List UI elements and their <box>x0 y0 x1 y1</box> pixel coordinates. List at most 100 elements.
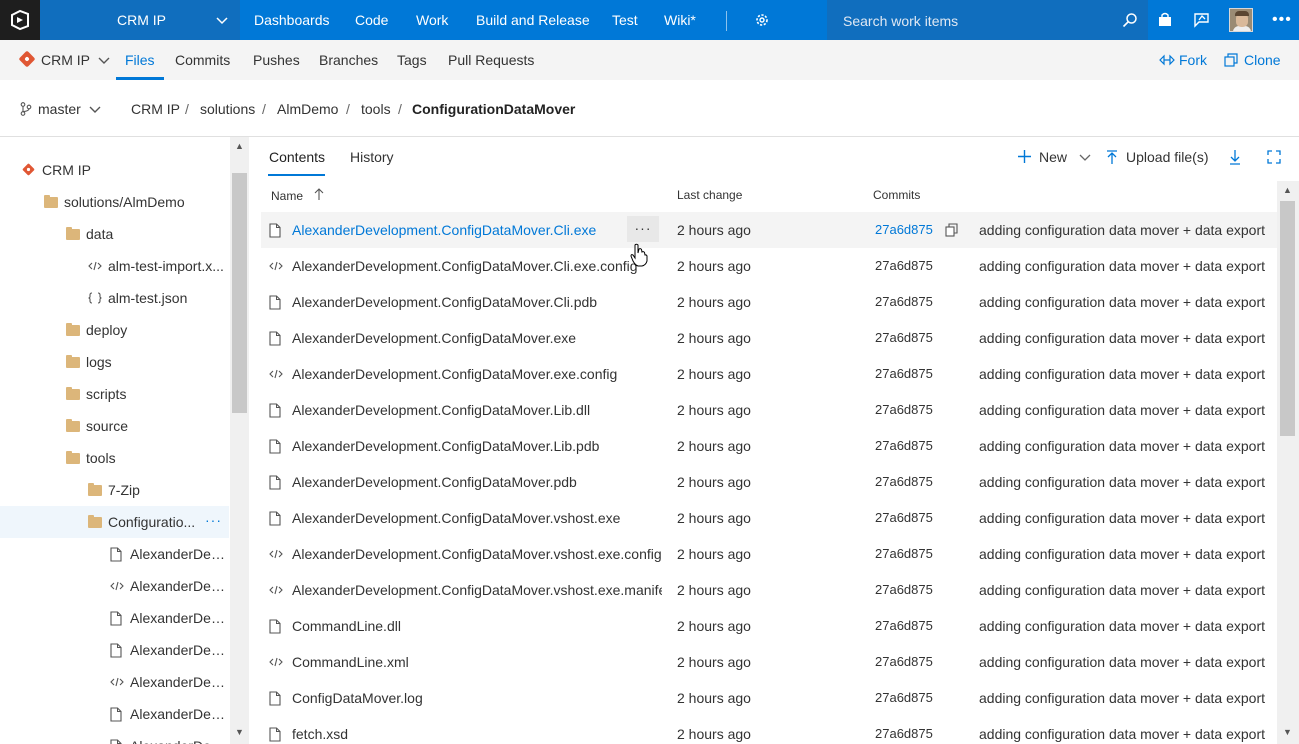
file-name-link[interactable]: AlexanderDevelopment.ConfigDataMover.vsh… <box>292 546 662 562</box>
file-row[interactable]: AlexanderDevelopment.ConfigDataMover.pdb… <box>261 464 1277 500</box>
tree-item[interactable]: 7-Zip <box>0 474 229 506</box>
column-header-last-change[interactable]: Last change <box>677 188 742 202</box>
tab-pull-requests[interactable]: Pull Requests <box>448 52 534 68</box>
commit-id-link[interactable]: 27a6d875 <box>875 546 933 561</box>
copy-icon[interactable] <box>945 223 959 240</box>
more-options-icon[interactable]: ••• <box>1272 11 1292 29</box>
commit-id-link[interactable]: 27a6d875 <box>875 726 933 741</box>
tree-item[interactable]: AlexanderDev... <box>0 730 229 744</box>
commit-id-link[interactable]: 27a6d875 <box>875 402 933 417</box>
breadcrumb-tools[interactable]: tools <box>361 101 391 117</box>
fork-button[interactable]: Fork <box>1159 52 1207 68</box>
search-icon[interactable] <box>1122 12 1138 28</box>
tree-item[interactable]: solutions/AlmDemo <box>0 186 229 218</box>
tree-item[interactable]: CRM IP <box>0 154 229 186</box>
tree-item[interactable]: AlexanderDev... <box>0 570 229 602</box>
tab-files[interactable]: Files <box>125 52 155 68</box>
file-row[interactable]: fetch.xsd 2 hours ago 27a6d875 adding confi… <box>261 716 1277 744</box>
file-row[interactable]: ConfigDataMover.log 2 hours ago 27a6d875 ad… <box>261 680 1277 716</box>
tree-item[interactable]: logs <box>0 346 229 378</box>
file-row[interactable]: AlexanderDevelopment.ConfigDataMover.exe… <box>261 320 1277 356</box>
file-row[interactable]: AlexanderDevelopment.ConfigDataMover.vsh… <box>261 536 1277 572</box>
tab-pushes[interactable]: Pushes <box>253 52 300 68</box>
tree-item[interactable]: Configuratio... ··· <box>0 506 229 538</box>
new-button[interactable]: New <box>1018 149 1091 165</box>
search-input[interactable]: Search work items <box>843 13 958 29</box>
chevron-up-icon[interactable]: ▲ <box>235 141 244 151</box>
tree-item[interactable]: alm-test-import.x... <box>0 250 229 282</box>
tree-item[interactable]: AlexanderDev... <box>0 634 229 666</box>
tree-item[interactable]: source <box>0 410 229 442</box>
feedback-icon[interactable] <box>1193 12 1210 28</box>
file-name-link[interactable]: AlexanderDevelopment.ConfigDataMover.exe… <box>292 366 662 382</box>
file-name-link[interactable]: AlexanderDevelopment.ConfigDataMover.vsh… <box>292 582 662 598</box>
upload-files-button[interactable]: Upload file(s) <box>1106 149 1208 165</box>
avatar[interactable] <box>1229 8 1253 32</box>
file-name-link[interactable]: ConfigDataMover.log <box>292 690 662 706</box>
file-row[interactable]: AlexanderDevelopment.ConfigDataMover.Cli… <box>261 248 1277 284</box>
tree-item[interactable]: AlexanderDev... <box>0 538 229 570</box>
file-row[interactable]: CommandLine.xml 2 hours ago 27a6d875 adding… <box>261 644 1277 680</box>
file-name-link[interactable]: AlexanderDevelopment.ConfigDataMover.Cli… <box>292 222 622 238</box>
tab-commits[interactable]: Commits <box>175 52 230 68</box>
chevron-up-icon[interactable]: ▲ <box>1283 185 1292 195</box>
commit-id-link[interactable]: 27a6d875 <box>875 366 933 381</box>
file-row[interactable]: AlexanderDevelopment.ConfigDataMover.vsh… <box>261 572 1277 608</box>
file-name-link[interactable]: fetch.xsd <box>292 726 662 742</box>
chevron-down-icon[interactable]: ▼ <box>1283 727 1292 737</box>
gear-icon[interactable] <box>754 12 770 28</box>
tree-item[interactable]: AlexanderDev... <box>0 698 229 730</box>
content-scroll-thumb[interactable] <box>1280 201 1295 436</box>
commit-id-link[interactable]: 27a6d875 <box>875 474 933 489</box>
tab-contents[interactable]: Contents <box>269 149 325 165</box>
nav-dashboards[interactable]: Dashboards <box>254 12 330 28</box>
file-name-link[interactable]: CommandLine.xml <box>292 654 662 670</box>
file-name-link[interactable]: AlexanderDevelopment.ConfigDataMover.Lib… <box>292 438 662 454</box>
column-header-name[interactable]: Name <box>271 188 324 203</box>
nav-wiki[interactable]: Wiki* <box>664 12 696 28</box>
more-actions-icon[interactable]: ··· <box>627 216 659 242</box>
tree-scrollbar[interactable]: ▲ ▼ <box>230 137 249 744</box>
tab-tags[interactable]: Tags <box>397 52 427 68</box>
content-scrollbar[interactable]: ▲ ▼ <box>1277 181 1299 744</box>
commit-id-link[interactable]: 27a6d875 <box>875 294 933 309</box>
vsts-logo-icon[interactable] <box>0 0 40 40</box>
more-actions-icon[interactable]: ··· <box>205 512 222 528</box>
file-row[interactable]: AlexanderDevelopment.ConfigDataMover.Lib… <box>261 392 1277 428</box>
commit-id-link[interactable]: 27a6d875 <box>875 330 933 345</box>
tab-history[interactable]: History <box>350 149 394 165</box>
breadcrumb-solutions[interactable]: solutions <box>200 101 255 117</box>
file-name-link[interactable]: CommandLine.dll <box>292 618 662 634</box>
chevron-down-icon[interactable]: ▼ <box>235 727 244 737</box>
breadcrumb-almdemo[interactable]: AlmDemo <box>277 101 338 117</box>
nav-code[interactable]: Code <box>355 12 388 28</box>
nav-test[interactable]: Test <box>612 12 638 28</box>
commit-id-link[interactable]: 27a6d875 <box>875 258 933 273</box>
tree-scroll-thumb[interactable] <box>232 173 247 413</box>
breadcrumb-root[interactable]: CRM IP <box>131 101 180 117</box>
tree-item[interactable]: AlexanderDev... <box>0 602 229 634</box>
download-icon[interactable] <box>1229 150 1241 165</box>
commit-id-link[interactable]: 27a6d875 <box>875 438 933 453</box>
file-name-link[interactable]: AlexanderDevelopment.ConfigDataMover.Cli… <box>292 258 662 274</box>
file-name-link[interactable]: AlexanderDevelopment.ConfigDataMover.pdb <box>292 474 662 490</box>
fullscreen-icon[interactable] <box>1267 150 1281 164</box>
repo-selector[interactable]: CRM IP <box>41 52 110 68</box>
marketplace-bag-icon[interactable] <box>1157 12 1173 28</box>
commit-id-link[interactable]: 27a6d875 <box>875 618 933 633</box>
file-name-link[interactable]: AlexanderDevelopment.ConfigDataMover.Lib… <box>292 402 662 418</box>
file-name-link[interactable]: AlexanderDevelopment.ConfigDataMover.Cli… <box>292 294 662 310</box>
commit-id-link[interactable]: 27a6d875 <box>875 690 933 705</box>
file-row[interactable]: AlexanderDevelopment.ConfigDataMover.vsh… <box>261 500 1277 536</box>
file-row[interactable]: AlexanderDevelopment.ConfigDataMover.Cli… <box>261 212 1277 248</box>
tree-item[interactable]: tools <box>0 442 229 474</box>
nav-build-and-release[interactable]: Build and Release <box>476 12 590 28</box>
commit-id-link[interactable]: 27a6d875 <box>875 510 933 525</box>
file-row[interactable]: AlexanderDevelopment.ConfigDataMover.Cli… <box>261 284 1277 320</box>
file-row[interactable]: AlexanderDevelopment.ConfigDataMover.Lib… <box>261 428 1277 464</box>
tree-item[interactable]: AlexanderDev... <box>0 666 229 698</box>
project-selector[interactable]: CRM IP <box>40 0 240 40</box>
tree-item[interactable]: alm-test.json <box>0 282 229 314</box>
nav-work[interactable]: Work <box>416 12 448 28</box>
file-row[interactable]: CommandLine.dll 2 hours ago 27a6d875 adding… <box>261 608 1277 644</box>
